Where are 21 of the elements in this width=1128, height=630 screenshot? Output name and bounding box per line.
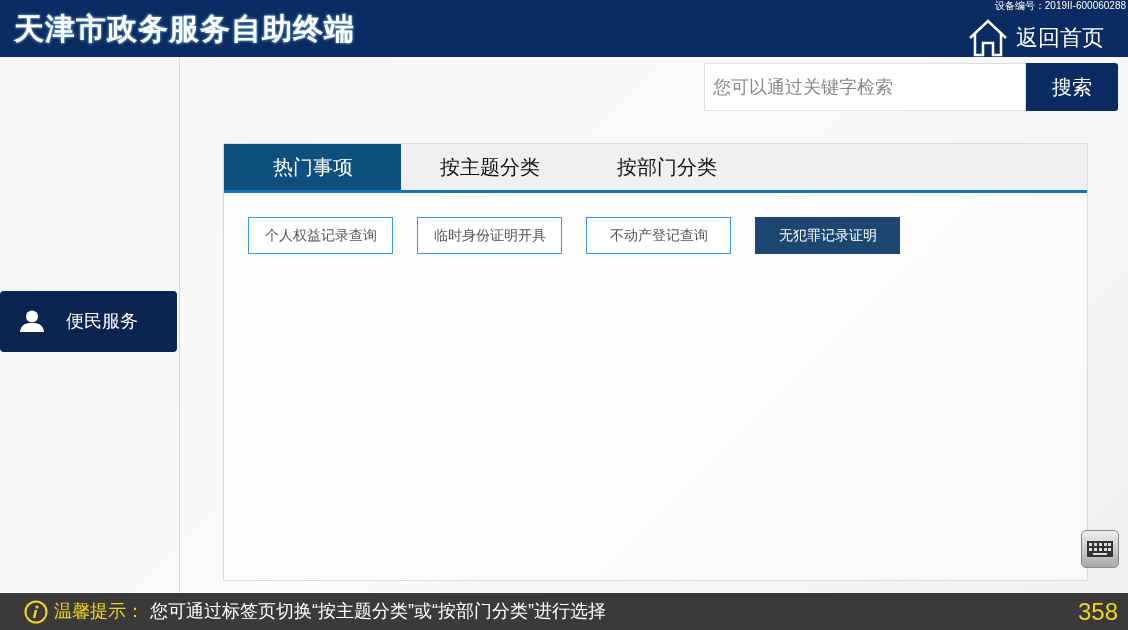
device-id: 设备编号：2019II-600060288 xyxy=(994,0,1126,12)
service-button[interactable]: 临时身份证明开具 xyxy=(417,217,562,254)
tab[interactable]: 按主题分类 xyxy=(401,144,578,190)
tip-label: 温馨提示： xyxy=(54,600,144,623)
service-button[interactable]: 不动产登记查询 xyxy=(586,217,731,254)
sidebar-item[interactable]: 便民服务 xyxy=(0,290,177,352)
info-icon xyxy=(24,599,48,624)
tab[interactable]: 按部门分类 xyxy=(578,144,755,190)
home-button[interactable]: 返回首页 xyxy=(968,18,1114,57)
keyboard-button[interactable] xyxy=(1081,530,1119,568)
tab[interactable]: 热门事项 xyxy=(224,144,401,190)
tip-text: 您可通过标签页切换“按主题分类”或“按部门分类”进行选择 xyxy=(150,600,606,623)
service-button[interactable]: 个人权益记录查询 xyxy=(248,217,393,254)
person-icon xyxy=(20,310,44,332)
app-title: 天津市政务服务自助终端 xyxy=(14,11,355,47)
search-button[interactable]: 搜索 xyxy=(1026,63,1118,111)
service-button[interactable]: 无犯罪记录证明 xyxy=(755,217,900,254)
countdown-timer: 358 xyxy=(1077,596,1118,627)
house-icon xyxy=(968,18,1008,57)
search-field[interactable]: 您可以通过关键字检索 xyxy=(704,63,1026,111)
keyboard-icon xyxy=(1087,541,1113,557)
